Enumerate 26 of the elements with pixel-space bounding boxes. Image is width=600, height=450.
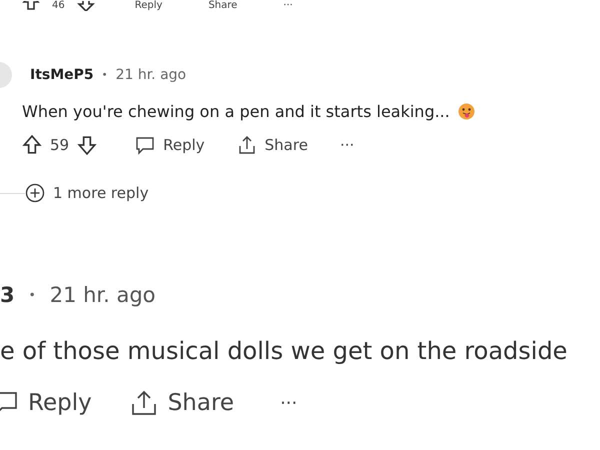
share-button[interactable]: Share — [208, 1, 238, 11]
emoji-icon — [458, 103, 475, 120]
downvote-icon[interactable] — [76, 1, 95, 11]
share-button[interactable]: Share — [236, 135, 308, 155]
comment-text: When you're chewing on a pen and it starts leaking... — [22, 102, 450, 121]
downvote-icon[interactable] — [77, 135, 98, 155]
vote-count: 59 — [50, 136, 70, 154]
comment-text: e of those musical dolls we get on the roadside — [0, 337, 568, 365]
vote-count: 46 — [52, 1, 65, 11]
reply-button[interactable]: Reply — [0, 390, 92, 416]
more-button[interactable]: ··· — [283, 1, 293, 11]
more-replies-button[interactable]: 1 more reply — [25, 183, 149, 203]
separator-dot: • — [28, 288, 36, 302]
plus-circle-icon — [25, 183, 45, 203]
share-button[interactable]: Share — [130, 389, 234, 417]
username[interactable]: ItsMeP5 — [30, 67, 94, 83]
more-button[interactable]: ··· — [280, 392, 298, 414]
share-icon — [130, 389, 158, 417]
timestamp: 21 hr. ago — [50, 283, 156, 307]
more-button[interactable]: ··· — [340, 136, 354, 154]
timestamp: 21 hr. ago — [116, 67, 186, 83]
username[interactable]: 3 — [0, 283, 15, 307]
share-icon — [236, 135, 257, 155]
separator-dot: • — [102, 70, 108, 80]
reply-button[interactable]: Reply — [134, 1, 162, 11]
reply-button[interactable]: Reply — [135, 135, 205, 155]
